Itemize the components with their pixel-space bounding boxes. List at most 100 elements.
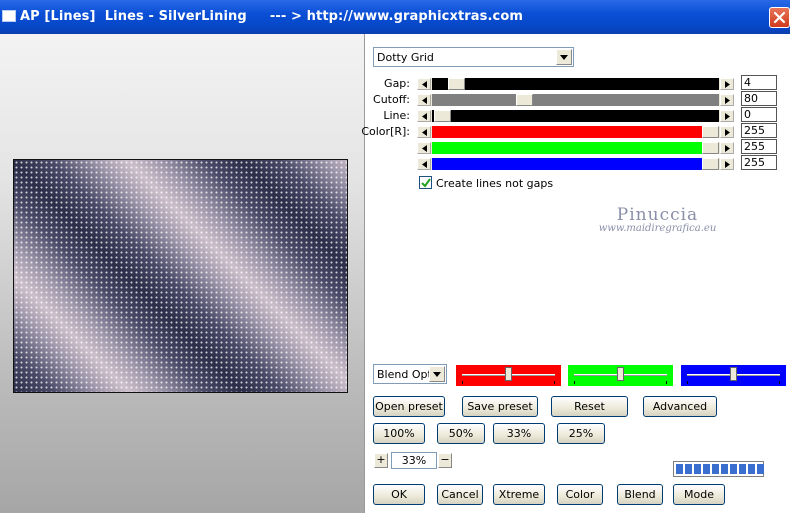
progress-segment	[703, 464, 710, 474]
close-button[interactable]	[769, 7, 790, 28]
progress-segment	[721, 464, 728, 474]
chevron-down-icon	[433, 372, 441, 377]
color-slider-thumb[interactable]	[505, 367, 512, 381]
slider-increment-button[interactable]	[720, 126, 734, 138]
dialog-xtreme-button[interactable]: Xtreme	[493, 484, 545, 505]
dialog-color-button[interactable]: Color	[557, 484, 603, 505]
slider-cutoff[interactable]	[417, 94, 734, 106]
arrow-right-icon	[725, 97, 730, 104]
slider-increment-button[interactable]	[720, 78, 734, 90]
arrow-right-icon	[725, 161, 730, 168]
value-field-gap[interactable]: 4	[741, 75, 777, 90]
row-advanced-button[interactable]: Advanced	[643, 396, 717, 417]
arrow-left-icon	[422, 145, 427, 152]
zoom-value-field[interactable]: 33%	[391, 452, 437, 469]
slider-increment-button[interactable]	[720, 94, 734, 106]
watermark: Pinuccia www.maidiregrafica.eu	[595, 205, 720, 234]
value-field-line[interactable]: 0	[741, 107, 777, 122]
zoom-in-button[interactable]: +	[374, 453, 388, 468]
color-slider-green[interactable]	[568, 365, 673, 386]
slider-decrement-button[interactable]	[417, 94, 431, 106]
value-field-blue[interactable]: 255	[741, 155, 777, 170]
preset-dropdown-button[interactable]	[556, 49, 572, 65]
slider-increment-button[interactable]	[720, 158, 734, 170]
slider-label-red: Color[R]:	[361, 125, 410, 138]
slider-decrement-button[interactable]	[417, 78, 431, 90]
slider-decrement-button[interactable]	[417, 158, 431, 170]
progress-segment	[748, 464, 755, 474]
slider-track[interactable]	[432, 158, 719, 170]
dialog-cancel-button[interactable]: Cancel	[437, 484, 483, 505]
arrow-left-icon	[422, 81, 427, 88]
value-field-green[interactable]: 255	[741, 139, 777, 154]
preset-dropdown[interactable]: Dotty Grid	[373, 47, 574, 67]
chevron-down-icon	[560, 55, 568, 60]
color-slider-tick	[666, 381, 667, 384]
color-slider-thumb[interactable]	[617, 367, 624, 381]
slider-track[interactable]	[432, 126, 719, 138]
progress-segment	[739, 464, 746, 474]
color-slider-blue[interactable]	[681, 365, 786, 386]
arrow-left-icon	[422, 161, 427, 168]
progress-segment	[685, 464, 692, 474]
slider-thumb[interactable]	[516, 94, 533, 106]
close-icon	[773, 11, 786, 24]
slider-track[interactable]	[432, 110, 719, 122]
color-slider-tick	[687, 381, 688, 384]
preset-dropdown-value: Dotty Grid	[377, 51, 434, 64]
slider-increment-button[interactable]	[720, 142, 734, 154]
slider-thumb[interactable]	[702, 158, 719, 170]
color-slider-tick	[779, 381, 780, 384]
row-save-preset-button[interactable]: Save preset	[462, 396, 538, 417]
dialog-ok-button[interactable]: OK	[373, 484, 425, 505]
slider-decrement-button[interactable]	[417, 126, 431, 138]
slider-track[interactable]	[432, 78, 719, 90]
slider-thumb[interactable]	[702, 126, 719, 138]
slider-thumb[interactable]	[448, 78, 465, 90]
progress-segment	[712, 464, 719, 474]
arrow-right-icon	[725, 113, 730, 120]
zoom-100-button[interactable]: 100%	[373, 423, 425, 444]
slider-green[interactable]	[417, 142, 734, 154]
dialog-mode-button[interactable]: Mode	[673, 484, 725, 505]
row-open-preset-button[interactable]: Open preset	[373, 396, 445, 417]
progress-segment	[694, 464, 701, 474]
window-title: AP [Lines] Lines - SilverLining --- > ht…	[20, 9, 524, 24]
zoom-out-button[interactable]: −	[438, 453, 452, 468]
create-lines-label: Create lines not gaps	[436, 177, 554, 190]
watermark-url: www.maidiregrafica.eu	[598, 223, 717, 234]
slider-thumb[interactable]	[434, 110, 451, 122]
slider-gap[interactable]	[417, 78, 734, 90]
zoom-33-button[interactable]: 33%	[493, 423, 545, 444]
slider-red[interactable]	[417, 126, 734, 138]
arrow-right-icon	[725, 81, 730, 88]
zoom-50-button[interactable]: 50%	[437, 423, 485, 444]
slider-track[interactable]	[432, 94, 719, 106]
color-slider-red[interactable]	[456, 365, 561, 386]
slider-label-line: Line:	[383, 109, 410, 122]
slider-decrement-button[interactable]	[417, 110, 431, 122]
dialog-blend-button[interactable]: Blend	[617, 484, 663, 505]
slider-increment-button[interactable]	[720, 110, 734, 122]
blend-options-dropdown[interactable]: Blend Optio	[373, 364, 447, 384]
arrow-right-icon	[725, 129, 730, 136]
value-field-red[interactable]: 255	[741, 123, 777, 138]
create-lines-checkbox[interactable]	[419, 176, 432, 189]
arrow-left-icon	[422, 97, 427, 104]
watermark-name: Pinuccia	[616, 205, 699, 225]
arrow-left-icon	[422, 113, 427, 120]
slider-thumb[interactable]	[702, 142, 719, 154]
row-reset-button[interactable]: Reset	[551, 396, 628, 417]
slider-track[interactable]	[432, 142, 719, 154]
slider-label-gap: Gap:	[384, 77, 410, 90]
checkmark-icon	[421, 178, 431, 188]
slider-decrement-button[interactable]	[417, 142, 431, 154]
color-slider-thumb[interactable]	[730, 367, 737, 381]
progress-segment	[730, 464, 737, 474]
zoom-25-button[interactable]: 25%	[557, 423, 605, 444]
slider-blue[interactable]	[417, 158, 734, 170]
slider-line[interactable]	[417, 110, 734, 122]
preview-image	[13, 159, 348, 393]
blend-options-button[interactable]	[429, 366, 445, 382]
value-field-cutoff[interactable]: 80	[741, 91, 777, 106]
